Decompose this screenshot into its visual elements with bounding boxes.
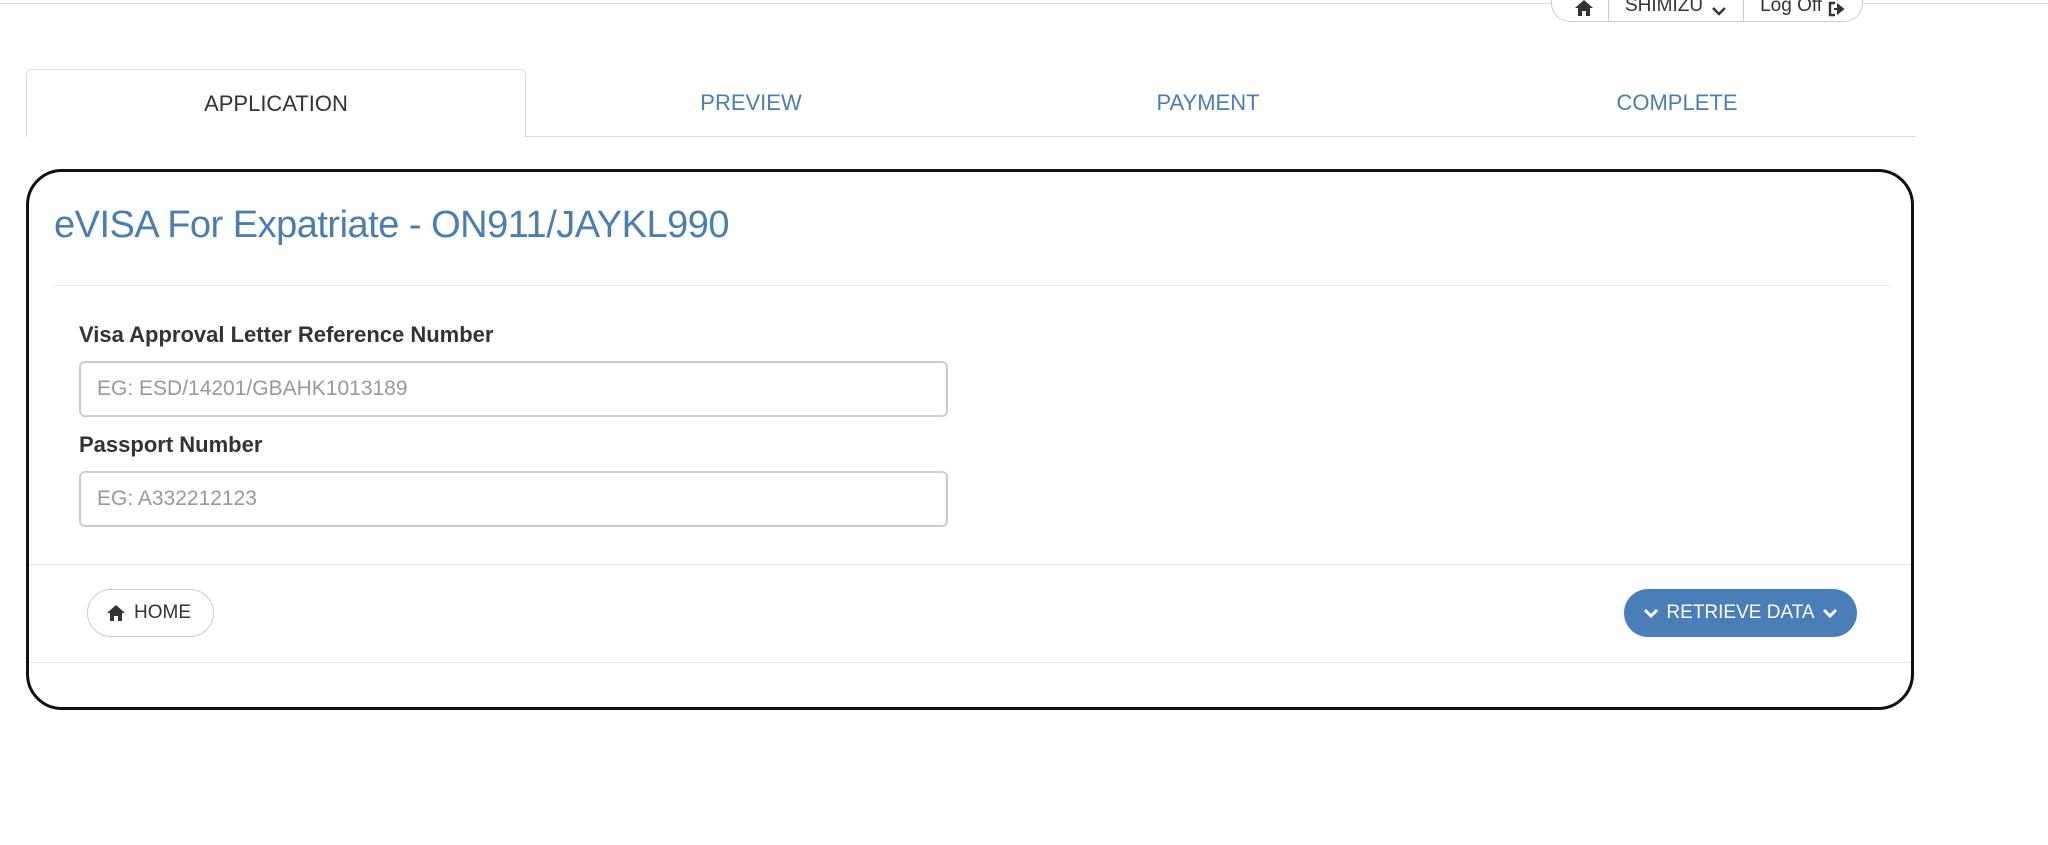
page-title: eVISA For Expatriate - ON911/JAYKL990: [54, 204, 730, 246]
footer-divider-top: [29, 564, 1911, 565]
tab-complete[interactable]: COMPLETE: [1438, 69, 1916, 137]
logoff-label: Log Off: [1760, 0, 1823, 16]
user-menu-button[interactable]: SHIMIZU: [1608, 0, 1743, 21]
visa-reference-input[interactable]: [79, 361, 948, 417]
title-divider: [54, 285, 1890, 286]
retrieve-data-label: RETRIEVE DATA: [1666, 602, 1815, 623]
home-icon: [106, 604, 126, 622]
sign-out-icon: [1828, 1, 1846, 17]
chevron-down-icon: [1643, 607, 1659, 619]
passport-number-label: Passport Number: [79, 432, 263, 457]
tab-payment[interactable]: PAYMENT: [978, 69, 1438, 137]
tab-preview[interactable]: PREVIEW: [524, 69, 978, 137]
visa-reference-label: Visa Approval Letter Reference Number: [79, 322, 494, 347]
user-name: SHIMIZU: [1625, 0, 1704, 16]
user-toolbar: SHIMIZU Log Off: [1551, 0, 1864, 22]
home-nav-button[interactable]: [1552, 0, 1608, 21]
passport-number-input[interactable]: [79, 471, 948, 527]
logoff-button[interactable]: Log Off: [1743, 0, 1862, 21]
chevron-down-icon: [1711, 5, 1727, 17]
home-icon: [1574, 0, 1594, 17]
home-button-label: HOME: [134, 602, 191, 623]
retrieve-data-button[interactable]: RETRIEVE DATA: [1624, 589, 1857, 637]
tab-application[interactable]: APPLICATION: [26, 69, 526, 138]
chevron-down-icon: [1822, 607, 1838, 619]
wizard-tabs: APPLICATION PREVIEW PAYMENT COMPLETE: [26, 69, 1916, 138]
home-button[interactable]: HOME: [87, 589, 214, 637]
application-panel: eVISA For Expatriate - ON911/JAYKL990 Vi…: [26, 169, 1914, 710]
footer-divider-bottom: [29, 662, 1911, 663]
